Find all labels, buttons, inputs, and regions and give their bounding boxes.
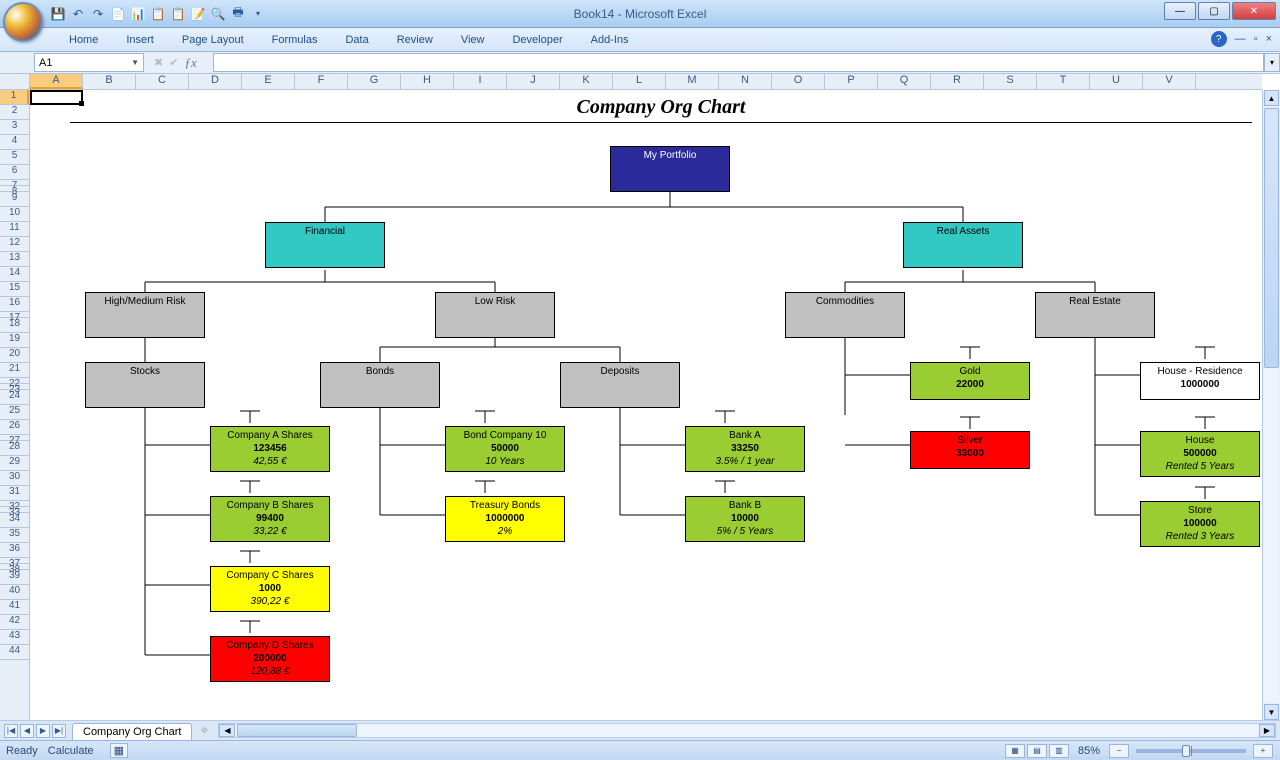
tab-addins[interactable]: Add-Ins: [577, 30, 643, 51]
name-box[interactable]: A1 ▼: [34, 53, 144, 72]
title-bar: 💾 ↶ ↷ 📄 📊 📋 📋 📝 🔍 🖶 ▾ Book14 - Microsoft…: [0, 0, 1280, 28]
save-icon[interactable]: 💾: [50, 6, 66, 22]
node-company-d[interactable]: Company D Shares200000120,88 €: [210, 636, 330, 682]
connectors: [70, 127, 1262, 720]
qat-icon[interactable]: 📝: [190, 6, 206, 22]
scroll-left-icon[interactable]: ◀: [219, 724, 235, 737]
fx-icon[interactable]: ƒx: [184, 55, 196, 71]
chart-title: Company Org Chart: [70, 96, 1252, 123]
node-house-residence[interactable]: House - Residence1000000: [1140, 362, 1260, 400]
scroll-up-icon[interactable]: ▲: [1264, 90, 1279, 106]
cancel-icon[interactable]: ✖: [154, 56, 163, 69]
view-layout-icon[interactable]: ▤: [1027, 744, 1047, 758]
node-treasury-bonds[interactable]: Treasury Bonds10000002%: [445, 496, 565, 542]
formula-bar-row: A1 ▼ ✖ ✔ ƒx ▾: [0, 52, 1280, 74]
status-ready: Ready: [6, 745, 38, 757]
sheet-tab-active[interactable]: Company Org Chart: [72, 723, 192, 740]
node-company-c[interactable]: Company C Shares1000390,22 €: [210, 566, 330, 612]
tab-last-icon[interactable]: ▶|: [52, 724, 66, 738]
qat-icon[interactable]: 📊: [130, 6, 146, 22]
minimize-button[interactable]: —: [1164, 2, 1196, 20]
name-box-value: A1: [39, 57, 52, 69]
scroll-down-icon[interactable]: ▼: [1264, 704, 1279, 720]
tab-page-layout[interactable]: Page Layout: [168, 30, 258, 51]
horizontal-scrollbar[interactable]: ◀ ▶: [218, 723, 1276, 738]
node-hm-risk[interactable]: High/Medium Risk: [85, 292, 205, 338]
node-low-risk[interactable]: Low Risk: [435, 292, 555, 338]
qat-more-icon[interactable]: ▾: [250, 6, 266, 22]
scroll-thumb[interactable]: [1264, 108, 1279, 368]
tab-developer[interactable]: Developer: [498, 30, 576, 51]
zoom-out-button[interactable]: −: [1109, 744, 1129, 758]
node-bond-company-10[interactable]: Bond Company 105000010 Years: [445, 426, 565, 472]
node-financial[interactable]: Financial: [265, 222, 385, 268]
scroll-right-icon[interactable]: ▶: [1259, 724, 1275, 737]
node-store[interactable]: Store100000Rented 3 Years: [1140, 501, 1260, 547]
tab-data[interactable]: Data: [331, 30, 382, 51]
qat-icon[interactable]: 📋: [170, 6, 186, 22]
help-icon[interactable]: ?: [1211, 31, 1227, 47]
ribbon-tabs: Home Insert Page Layout Formulas Data Re…: [0, 28, 1280, 52]
ribbon-close-icon[interactable]: ×: [1266, 33, 1272, 45]
node-deposits[interactable]: Deposits: [560, 362, 680, 408]
tab-review[interactable]: Review: [383, 30, 447, 51]
chevron-down-icon[interactable]: ▼: [131, 58, 139, 67]
qat-icon[interactable]: 📄: [110, 6, 126, 22]
node-house[interactable]: House500000Rented 5 Years: [1140, 431, 1260, 477]
zoom-in-button[interactable]: +: [1253, 744, 1273, 758]
view-break-icon[interactable]: ▥: [1049, 744, 1069, 758]
status-calc: Calculate: [48, 745, 94, 757]
row-headers[interactable]: 1234567891011121314151617181920212223242…: [0, 90, 30, 720]
node-silver[interactable]: Silver33000: [910, 431, 1030, 469]
office-button[interactable]: [3, 2, 43, 42]
tab-first-icon[interactable]: |◀: [4, 724, 18, 738]
tab-view[interactable]: View: [447, 30, 499, 51]
grid-area[interactable]: Company Org Chart: [30, 90, 1262, 720]
worksheet: ABCDEFGHIJKLMNOPQRSTUV 12345678910111213…: [0, 74, 1280, 720]
tab-nav: |◀ ◀ ▶ ▶|: [0, 721, 70, 740]
hscroll-thumb[interactable]: [237, 724, 357, 737]
print-preview-icon[interactable]: 🔍: [210, 6, 226, 22]
macro-record-icon[interactable]: ▦: [110, 743, 128, 758]
qat-icon[interactable]: 📋: [150, 6, 166, 22]
tab-insert[interactable]: Insert: [112, 30, 168, 51]
tab-next-icon[interactable]: ▶: [36, 724, 50, 738]
status-bar: Ready Calculate ▦ ▦ ▤ ▥ 85% − +: [0, 740, 1280, 760]
window-controls: — ▢ ✕: [1164, 2, 1276, 20]
print-icon[interactable]: 🖶: [230, 6, 246, 22]
close-button[interactable]: ✕: [1232, 2, 1276, 20]
node-root[interactable]: My Portfolio: [610, 146, 730, 192]
zoom-slider[interactable]: [1136, 749, 1246, 753]
node-gold[interactable]: Gold22000: [910, 362, 1030, 400]
select-all-corner[interactable]: [0, 74, 30, 90]
column-headers[interactable]: ABCDEFGHIJKLMNOPQRSTUV: [30, 74, 1262, 90]
maximize-button[interactable]: ▢: [1198, 2, 1230, 20]
tab-prev-icon[interactable]: ◀: [20, 724, 34, 738]
tab-formulas[interactable]: Formulas: [258, 30, 332, 51]
node-real-estate[interactable]: Real Estate: [1035, 292, 1155, 338]
zoom-level: 85%: [1078, 745, 1100, 757]
node-commodities[interactable]: Commodities: [785, 292, 905, 338]
undo-icon[interactable]: ↶: [70, 6, 86, 22]
quick-access-toolbar: 💾 ↶ ↷ 📄 📊 📋 📋 📝 🔍 🖶 ▾: [50, 6, 266, 22]
sheet-tab-bar: |◀ ◀ ▶ ▶| Company Org Chart ✧ ◀ ▶: [0, 720, 1280, 740]
view-normal-icon[interactable]: ▦: [1005, 744, 1025, 758]
node-bonds[interactable]: Bonds: [320, 362, 440, 408]
enter-icon[interactable]: ✔: [169, 56, 178, 69]
tab-home[interactable]: Home: [55, 30, 112, 51]
formula-input[interactable]: [213, 53, 1264, 72]
node-stocks[interactable]: Stocks: [85, 362, 205, 408]
insert-sheet-icon[interactable]: ✧: [194, 721, 214, 740]
node-bank-a[interactable]: Bank A332503.5% / 1 year: [685, 426, 805, 472]
node-company-a[interactable]: Company A Shares12345642,55 €: [210, 426, 330, 472]
node-company-b[interactable]: Company B Shares9940033,22 €: [210, 496, 330, 542]
ribbon-restore-icon[interactable]: ▫: [1254, 33, 1258, 45]
org-chart[interactable]: Company Org Chart: [70, 96, 1252, 123]
node-real-assets[interactable]: Real Assets: [903, 222, 1023, 268]
node-bank-b[interactable]: Bank B100005% / 5 Years: [685, 496, 805, 542]
expand-formula-bar-icon[interactable]: ▾: [1264, 53, 1280, 72]
vertical-scrollbar[interactable]: ▲ ▼: [1262, 90, 1280, 720]
ribbon-minimize-icon[interactable]: —: [1235, 33, 1246, 45]
redo-icon[interactable]: ↷: [90, 6, 106, 22]
